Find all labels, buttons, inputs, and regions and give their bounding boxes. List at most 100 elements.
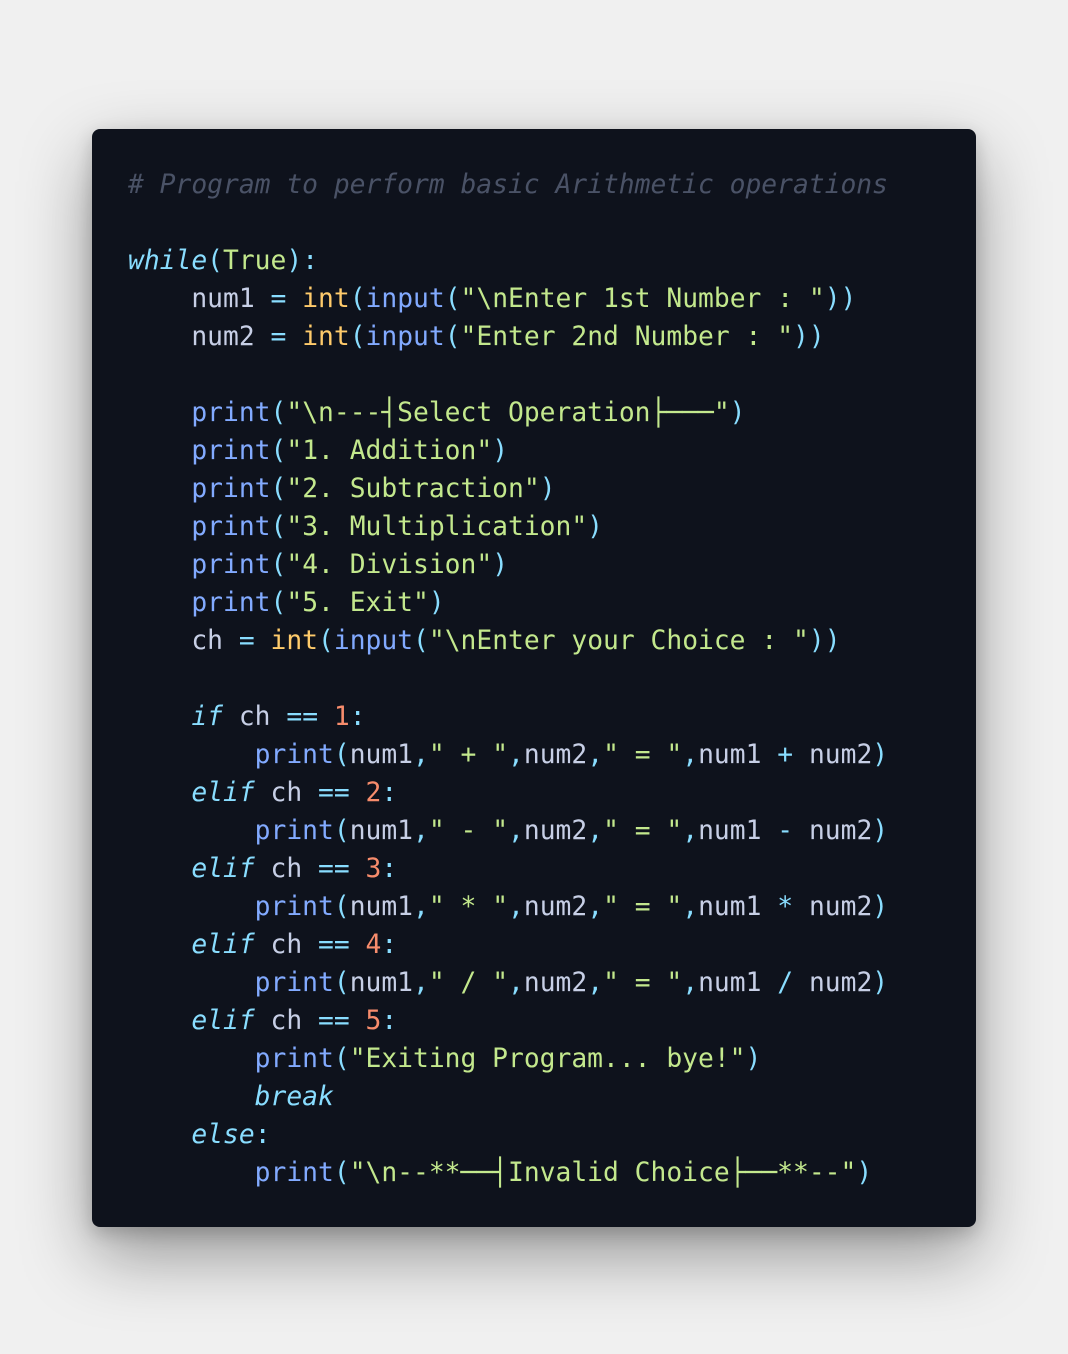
code-token-ident: num2 [793,892,873,922]
code-token-ident: num1 [698,816,778,846]
code-token-builtin: print [254,740,334,770]
code-token-builtin: print [254,968,334,998]
code-token-ident: num1 [698,740,778,770]
code-token-op: - [777,816,794,846]
code-token-builtin: input [365,284,445,314]
code-line: elif ch == 4: [128,926,976,964]
code-token-ident [128,436,191,466]
code-snippet-card: # Program to perform basic Arithmetic op… [92,129,976,1227]
code-token-ident: ch [254,778,319,808]
code-token-punct: : [349,702,366,732]
code-token-string: "Enter 2nd Number : " [460,322,794,352]
code-token-string: "\nEnter your Choice : " [428,626,809,656]
code-token-ident: num2 [523,892,588,922]
code-token-ident [128,816,255,846]
code-line: # Program to perform basic Arithmetic op… [128,166,976,204]
code-token-ident: num1 [128,284,271,314]
code-token-ident [318,702,334,732]
code-token-ident: ch [254,930,319,960]
code-token-punct: , [682,968,699,998]
code-token-punct: ( [333,892,350,922]
code-token-string: "3. Multiplication" [286,512,588,542]
code-token-punct: ( [333,968,350,998]
code-token-ident [128,1082,255,1112]
code-token-builtin: input [365,322,445,352]
code-token-punct: ): [286,246,319,276]
code-token-number: 3 [365,854,382,884]
code-token-ident [128,1044,255,1074]
code-token-number: 2 [365,778,382,808]
code-token-ident [128,892,255,922]
code-token-op: = [270,322,287,352]
code-token-punct: : [381,930,398,960]
code-token-ident: num2 [523,816,588,846]
code-line: elif ch == 2: [128,774,976,812]
code-token-punct: ) [539,474,556,504]
code-token-punct: ( [270,588,287,618]
code-token-ident [128,512,191,542]
code-line: num2 = int(input("Enter 2nd Number : ")) [128,318,976,356]
code-token-string: "\n---┤Select Operation├───" [286,398,730,428]
code-line: print("1. Addition") [128,432,976,470]
code-token-punct: ( [270,436,287,466]
code-token-ident [286,284,302,314]
code-token-punct: : [381,854,398,884]
code-token-ident [286,322,302,352]
code-token-type: int [302,322,350,352]
code-token-ident [128,740,255,770]
code-token-string: " = " [603,816,683,846]
code-token-punct: ( [270,512,287,542]
code-token-ident: num2 [793,740,873,770]
code-token-punct: ( [270,550,287,580]
code-token-string: " / " [428,968,509,998]
code-token-ident: num2 [523,740,588,770]
code-token-punct: ( [444,284,461,314]
code-token-ident [128,930,191,960]
code-token-ident [128,474,191,504]
code-token-punct: , [682,816,699,846]
code-line: print("4. Division") [128,546,976,584]
code-token-ident: ch [223,702,287,732]
code-token-op: + [777,740,794,770]
code-token-ident: ch [128,626,239,656]
code-token-string: "\nEnter 1st Number : " [460,284,825,314]
code-token-number: 4 [365,930,382,960]
code-token-string: " = " [603,740,683,770]
code-token-ident: num1 [698,892,778,922]
code-token-string: " - " [428,816,509,846]
code-token-punct: ) [872,740,889,770]
code-token-builtin: input [333,626,414,656]
code-token-punct: ) [428,588,445,618]
code-token-punct: ) [872,968,889,998]
code-token-punct: , [682,892,699,922]
code-token-keyword: elif [191,1006,255,1036]
code-token-comment: # Program to perform basic Arithmetic op… [128,170,888,200]
code-line: if ch == 1: [128,698,976,736]
code-token-string: "\n--**──┤Invalid Choice├──**--" [349,1158,857,1188]
code-line: ​ [128,356,976,394]
code-token-punct: ) [492,436,509,466]
code-token-punct: ) [745,1044,762,1074]
code-token-builtin: print [191,474,271,504]
code-token-op: = [270,284,287,314]
code-token-punct: , [682,740,699,770]
code-token-punct: )) [793,322,825,352]
code-token-punct: , [413,816,429,846]
code-token-punct: , [587,816,604,846]
code-token-punct: , [508,740,524,770]
code-token-string: " = " [603,892,683,922]
code-token-punct: )) [824,284,857,314]
code-line: print("3. Multiplication") [128,508,976,546]
code-block: # Program to perform basic Arithmetic op… [128,166,976,1192]
code-token-punct: )) [808,626,841,656]
code-token-punct: ( [413,626,429,656]
code-token-ident: num1 [349,968,414,998]
code-token-punct: , [508,892,524,922]
code-token-punct: , [508,968,524,998]
code-line: ​ [128,660,976,698]
code-line: ​ [128,204,976,242]
code-token-punct: ) [856,1158,873,1188]
code-token-builtin: print [191,588,271,618]
code-token-ident: num1 [349,740,414,770]
code-token-ident: num1 [349,816,414,846]
